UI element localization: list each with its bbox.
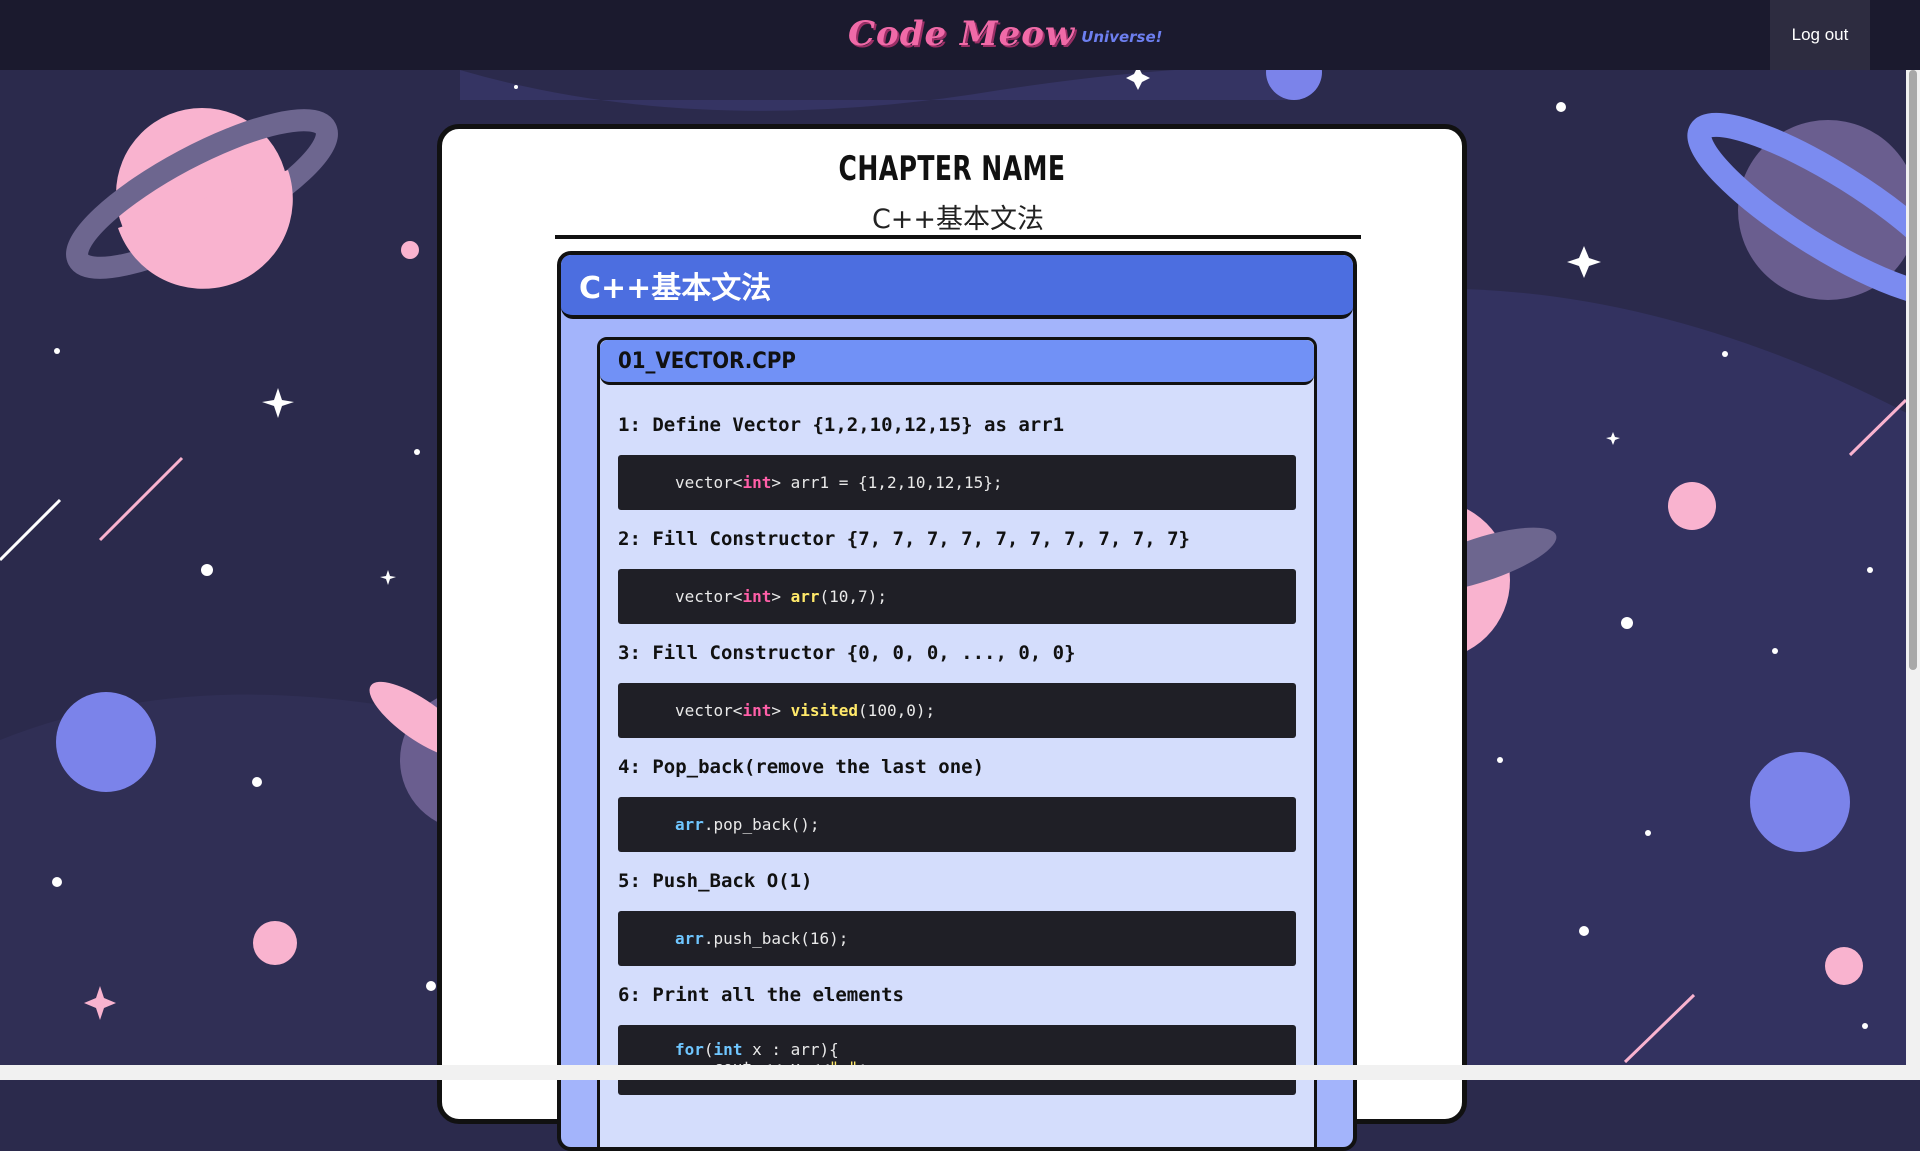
code-block[interactable]: vector< int > arr1 = {1,2,10,12,15}; (618, 455, 1296, 510)
vertical-scrollbar[interactable] (1906, 70, 1920, 1065)
code-block[interactable]: vector< int > arr (10,7); (618, 569, 1296, 624)
code-item-title: 2: Fill Constructor {7, 7, 7, 7, 7, 7, 7… (618, 528, 1190, 550)
logo-title: Code Meow (848, 14, 1076, 54)
code-token: vector< (675, 587, 743, 606)
code-token: for (675, 1040, 704, 1059)
code-token: vector< (675, 701, 743, 720)
top-nav-bar: Code Meow Universe! Log out (0, 0, 1920, 70)
code-item-title: 1: Define Vector {1,2,10,12,15} as arr1 (618, 414, 1065, 436)
code-token: (10,7); (819, 587, 887, 606)
code-item-title: 3: Fill Constructor {0, 0, 0, ..., 0, 0} (618, 642, 1076, 664)
code-token: ( (703, 1040, 714, 1059)
code-token: int (742, 701, 772, 720)
code-token: vector< (675, 473, 743, 492)
file-name[interactable]: 01_VECTOR.CPP (600, 340, 1314, 385)
chapter-name-input[interactable] (555, 197, 1361, 239)
section-panel: C++基本文法 01_VECTOR.CPP 1: Define Vector {… (557, 251, 1357, 1151)
logo-subtitle: Universe! (1081, 28, 1163, 46)
code-token: visited (790, 701, 859, 720)
code-line: for(int x : arr){ (675, 1041, 839, 1059)
horizontal-scrollbar[interactable] (0, 1065, 1920, 1080)
code-token: x : arr){ (742, 1040, 839, 1059)
code-token: .pop_back(); (703, 815, 820, 834)
code-token: arr (675, 929, 704, 948)
logo[interactable]: Code Meow Universe! (848, 10, 1163, 54)
code-item-title: 6: Print all the elements (618, 984, 904, 1006)
logout-button[interactable]: Log out (1770, 0, 1870, 70)
code-token: > (771, 587, 791, 606)
code-token: int (742, 473, 772, 492)
code-token: > (771, 701, 791, 720)
section-title[interactable]: C++基本文法 (561, 255, 1353, 319)
code-token: int (742, 587, 772, 606)
chapter-card: CHAPTER NAME C++基本文法 01_VECTOR.CPP 1: De… (437, 124, 1467, 1151)
code-token: arr (790, 587, 820, 606)
code-token: .push_back(16); (703, 929, 849, 948)
code-item-title: 5: Push_Back O(1) (618, 870, 813, 892)
code-item-title: 4: Pop_back(remove the last one) (618, 756, 985, 778)
code-token: (100,0); (858, 701, 936, 720)
file-panel: 01_VECTOR.CPP 1: Define Vector {1,2,10,1… (597, 337, 1317, 1147)
code-block[interactable]: arr .push_back(16); (618, 911, 1296, 966)
code-block[interactable]: arr .pop_back(); (618, 797, 1296, 852)
scrollbar-thumb[interactable] (1909, 70, 1917, 670)
code-token: arr (675, 815, 704, 834)
code-items-list: 1: Define Vector {1,2,10,12,15} as arr1 v… (600, 385, 1314, 1095)
code-block[interactable]: for(int x : arr){ cout << x <<","; (618, 1025, 1296, 1095)
code-block[interactable]: vector< int > visited (100,0); (618, 683, 1296, 738)
chapter-name-label: CHAPTER NAME (838, 149, 1066, 189)
code-token: int (713, 1040, 743, 1059)
code-token: > arr1 = {1,2,10,12,15}; (771, 473, 1003, 492)
